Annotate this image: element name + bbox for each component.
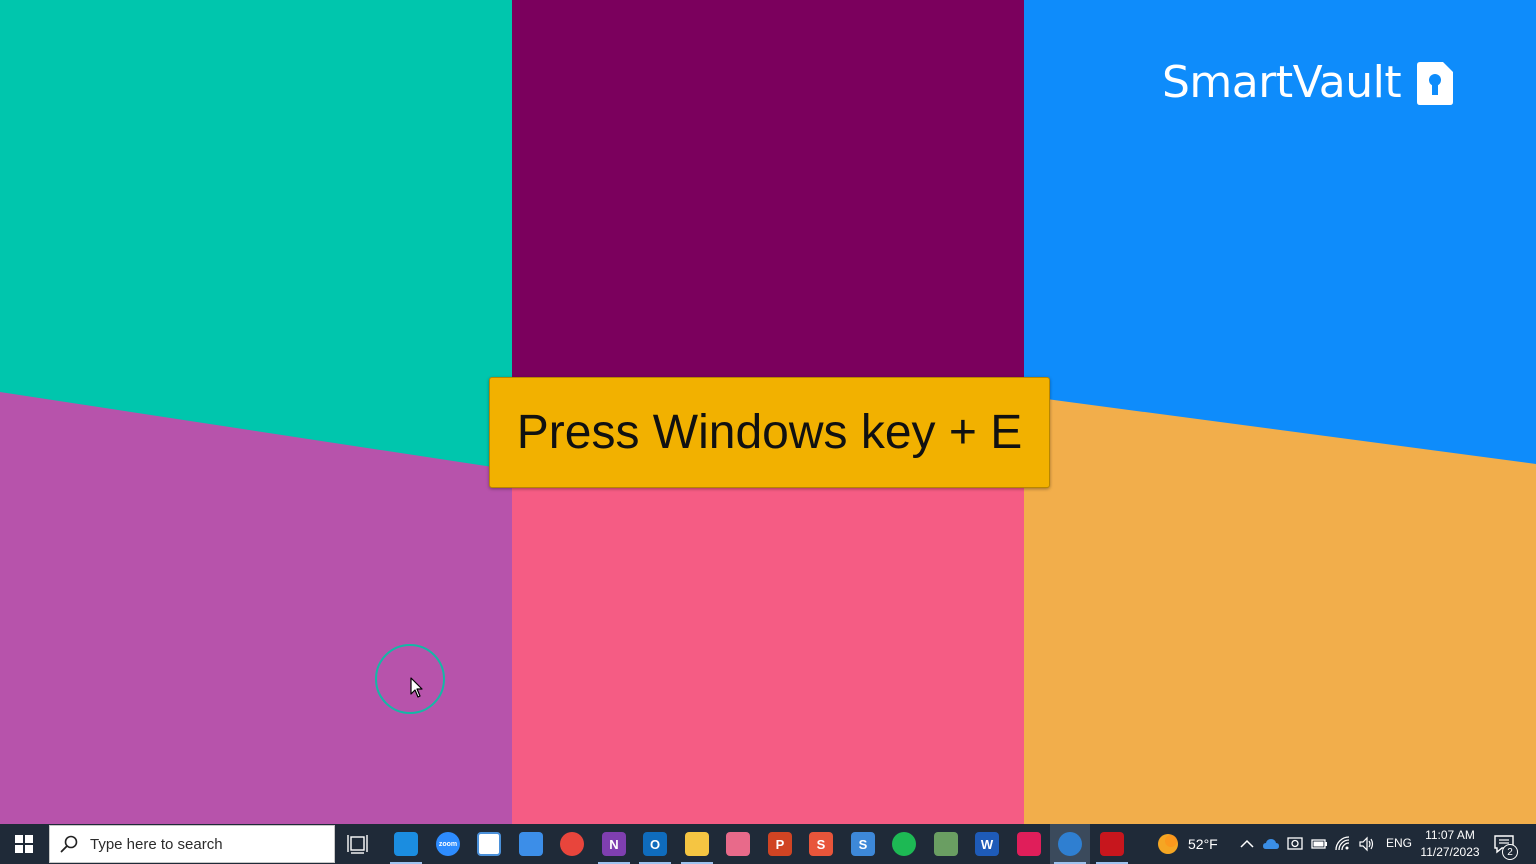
callout-text: Press Windows key + E [516, 406, 1023, 459]
powerpoint-icon-label: P [775, 836, 785, 852]
taskbar-app-powerpoint[interactable]: P [760, 824, 800, 864]
wallpaper-panel-orange [1024, 396, 1536, 824]
smartvault-s-icon-label: S [858, 836, 868, 852]
edge-icon [394, 832, 418, 856]
taskbar-app-photos[interactable] [718, 824, 758, 864]
onenote-icon: N [602, 832, 626, 856]
keyhole-icon [1417, 62, 1454, 105]
taskbar-app-file-explorer[interactable] [677, 824, 717, 864]
taskbar-app-notepad-app[interactable] [926, 824, 966, 864]
wifi-icon[interactable] [1334, 835, 1352, 853]
logo-text: SmartVault [1162, 57, 1402, 108]
taskbar-app-outlook[interactable]: O [635, 824, 675, 864]
input-language[interactable]: ENG [1386, 836, 1412, 850]
taskbar-app-onenote[interactable]: N [594, 824, 634, 864]
taskbar-app-word[interactable]: W [967, 824, 1007, 864]
taskbar-app-edge[interactable] [386, 824, 426, 864]
onedrive-cloud-icon[interactable] [1262, 835, 1280, 853]
taskbar-app-acrobat[interactable] [1092, 824, 1132, 864]
taskbar-app-zoom[interactable]: zoom [428, 824, 468, 864]
desktop: SmartVault Press Windows key + E [0, 0, 1536, 824]
notification-count-badge: 2 [1502, 844, 1518, 860]
screen-tool-icon[interactable] [1286, 835, 1304, 853]
snagit-icon-label: S [816, 836, 826, 852]
weather-widget[interactable]: 52°F [1156, 824, 1218, 864]
slack-icon [1017, 832, 1041, 856]
spotify-icon [892, 832, 916, 856]
acrobat-icon [1100, 832, 1124, 856]
powerpoint-icon: P [768, 832, 792, 856]
search-input[interactable] [88, 834, 312, 854]
start-button[interactable] [0, 824, 48, 864]
taskbar-app-spotify[interactable] [884, 824, 924, 864]
outlook-icon-label: O [649, 836, 661, 852]
instruction-callout: Press Windows key + E [489, 377, 1050, 488]
onenote-icon-label: N [609, 836, 619, 852]
mail-icon [519, 832, 543, 856]
chrome-icon [560, 832, 584, 856]
zoom-icon: zoom [436, 832, 460, 856]
clock[interactable]: 11:07 AM 11/27/2023 [1414, 827, 1486, 861]
taskbar-app-mail[interactable] [511, 824, 551, 864]
weather-temperature: 52°F [1188, 836, 1218, 852]
snagit-icon: S [809, 832, 833, 856]
search-icon [60, 835, 78, 853]
word-icon-label: W [980, 836, 994, 852]
taskbar-app-screen-recorder[interactable] [1050, 824, 1090, 864]
taskbar-app-snagit[interactable]: S [801, 824, 841, 864]
taskbar-app-chrome[interactable] [552, 824, 592, 864]
photos-icon [726, 832, 750, 856]
microsoft-store-icon [477, 832, 501, 856]
screen-recorder-icon [1058, 832, 1082, 856]
taskbar-app-slack[interactable] [1009, 824, 1049, 864]
sun-icon [1158, 834, 1178, 854]
taskbar-app-microsoft-store[interactable] [469, 824, 509, 864]
word-icon: W [975, 832, 999, 856]
zoom-icon-label: zoom [438, 840, 458, 848]
task-view-icon[interactable] [346, 832, 372, 856]
outlook-icon: O [643, 832, 667, 856]
chevron-up-icon[interactable] [1238, 835, 1256, 853]
smartvault-s-icon: S [851, 832, 875, 856]
smartvault-logo: SmartVault [1162, 56, 1455, 110]
mouse-pointer-icon [410, 677, 423, 698]
volume-icon[interactable] [1358, 835, 1376, 853]
battery-icon[interactable] [1310, 835, 1328, 853]
windows-logo-icon [15, 835, 33, 853]
taskbar-search[interactable] [49, 825, 335, 863]
clock-date: 11/27/2023 [1420, 845, 1480, 859]
file-explorer-icon [685, 832, 709, 856]
clock-time: 11:07 AM [1425, 828, 1475, 842]
taskbar-app-smartvault-s[interactable]: S [843, 824, 883, 864]
notepad-app-icon [934, 832, 958, 856]
taskbar: zoom N O P S S W 52°F ENG 11:07 AM 11/27/2023 [0, 824, 1536, 864]
